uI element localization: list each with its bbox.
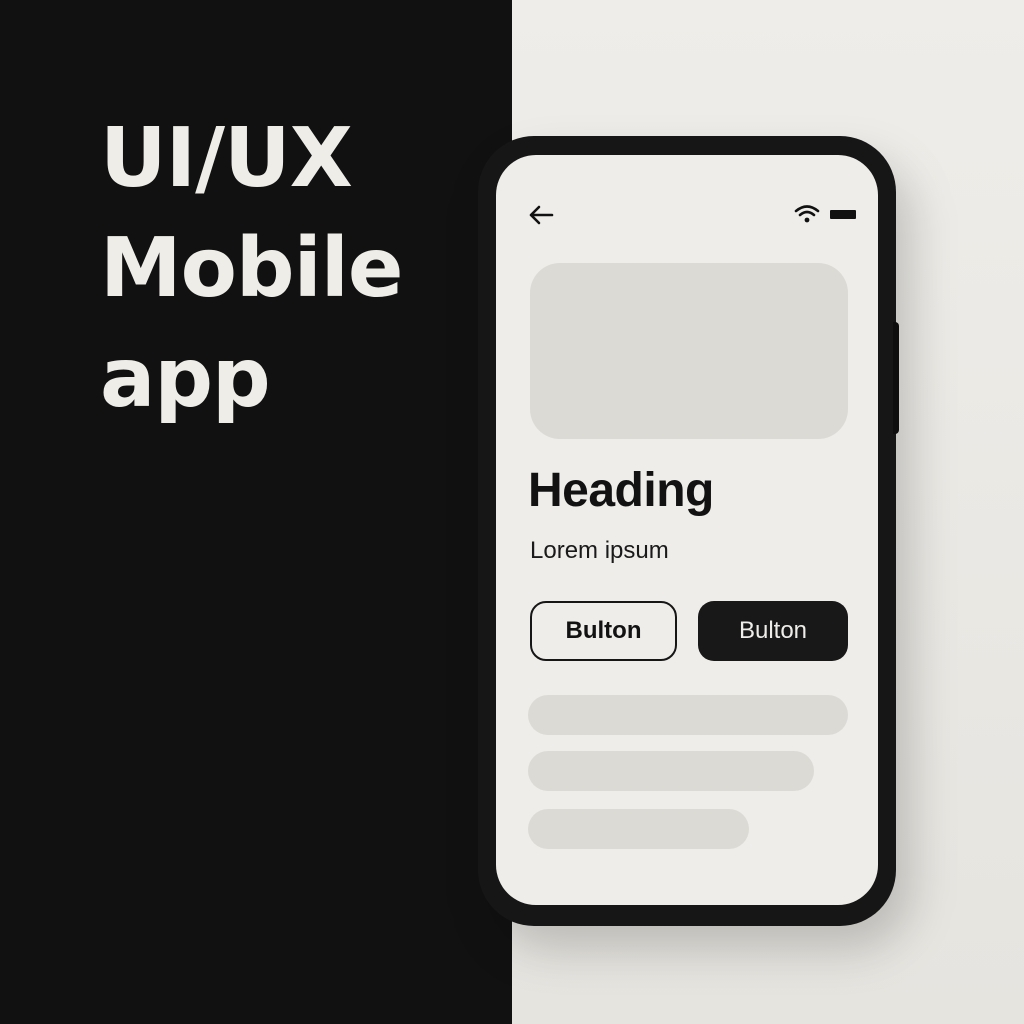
image-placeholder: [530, 263, 848, 439]
poster-title: UI/UX Mobile app: [100, 104, 403, 434]
skeleton-line: [528, 809, 749, 849]
phone-side-button: [893, 322, 899, 434]
screen-subtext: Lorem ipsum: [530, 537, 669, 564]
title-line-1: UI/UX: [100, 111, 353, 206]
arrow-left-icon[interactable]: [526, 203, 556, 227]
phone-screen: Heading Lorem ipsum Bulton Bulton: [496, 155, 878, 905]
outline-button[interactable]: Bulton: [530, 601, 677, 661]
title-line-2: Mobile: [100, 221, 403, 316]
filled-button[interactable]: Bulton: [698, 601, 848, 661]
wifi-icon: [794, 205, 820, 223]
skeleton-line: [528, 695, 848, 735]
screen-heading: Heading: [528, 464, 714, 517]
skeleton-line: [528, 751, 814, 791]
title-line-3: app: [100, 331, 271, 426]
battery-icon: [830, 210, 856, 219]
